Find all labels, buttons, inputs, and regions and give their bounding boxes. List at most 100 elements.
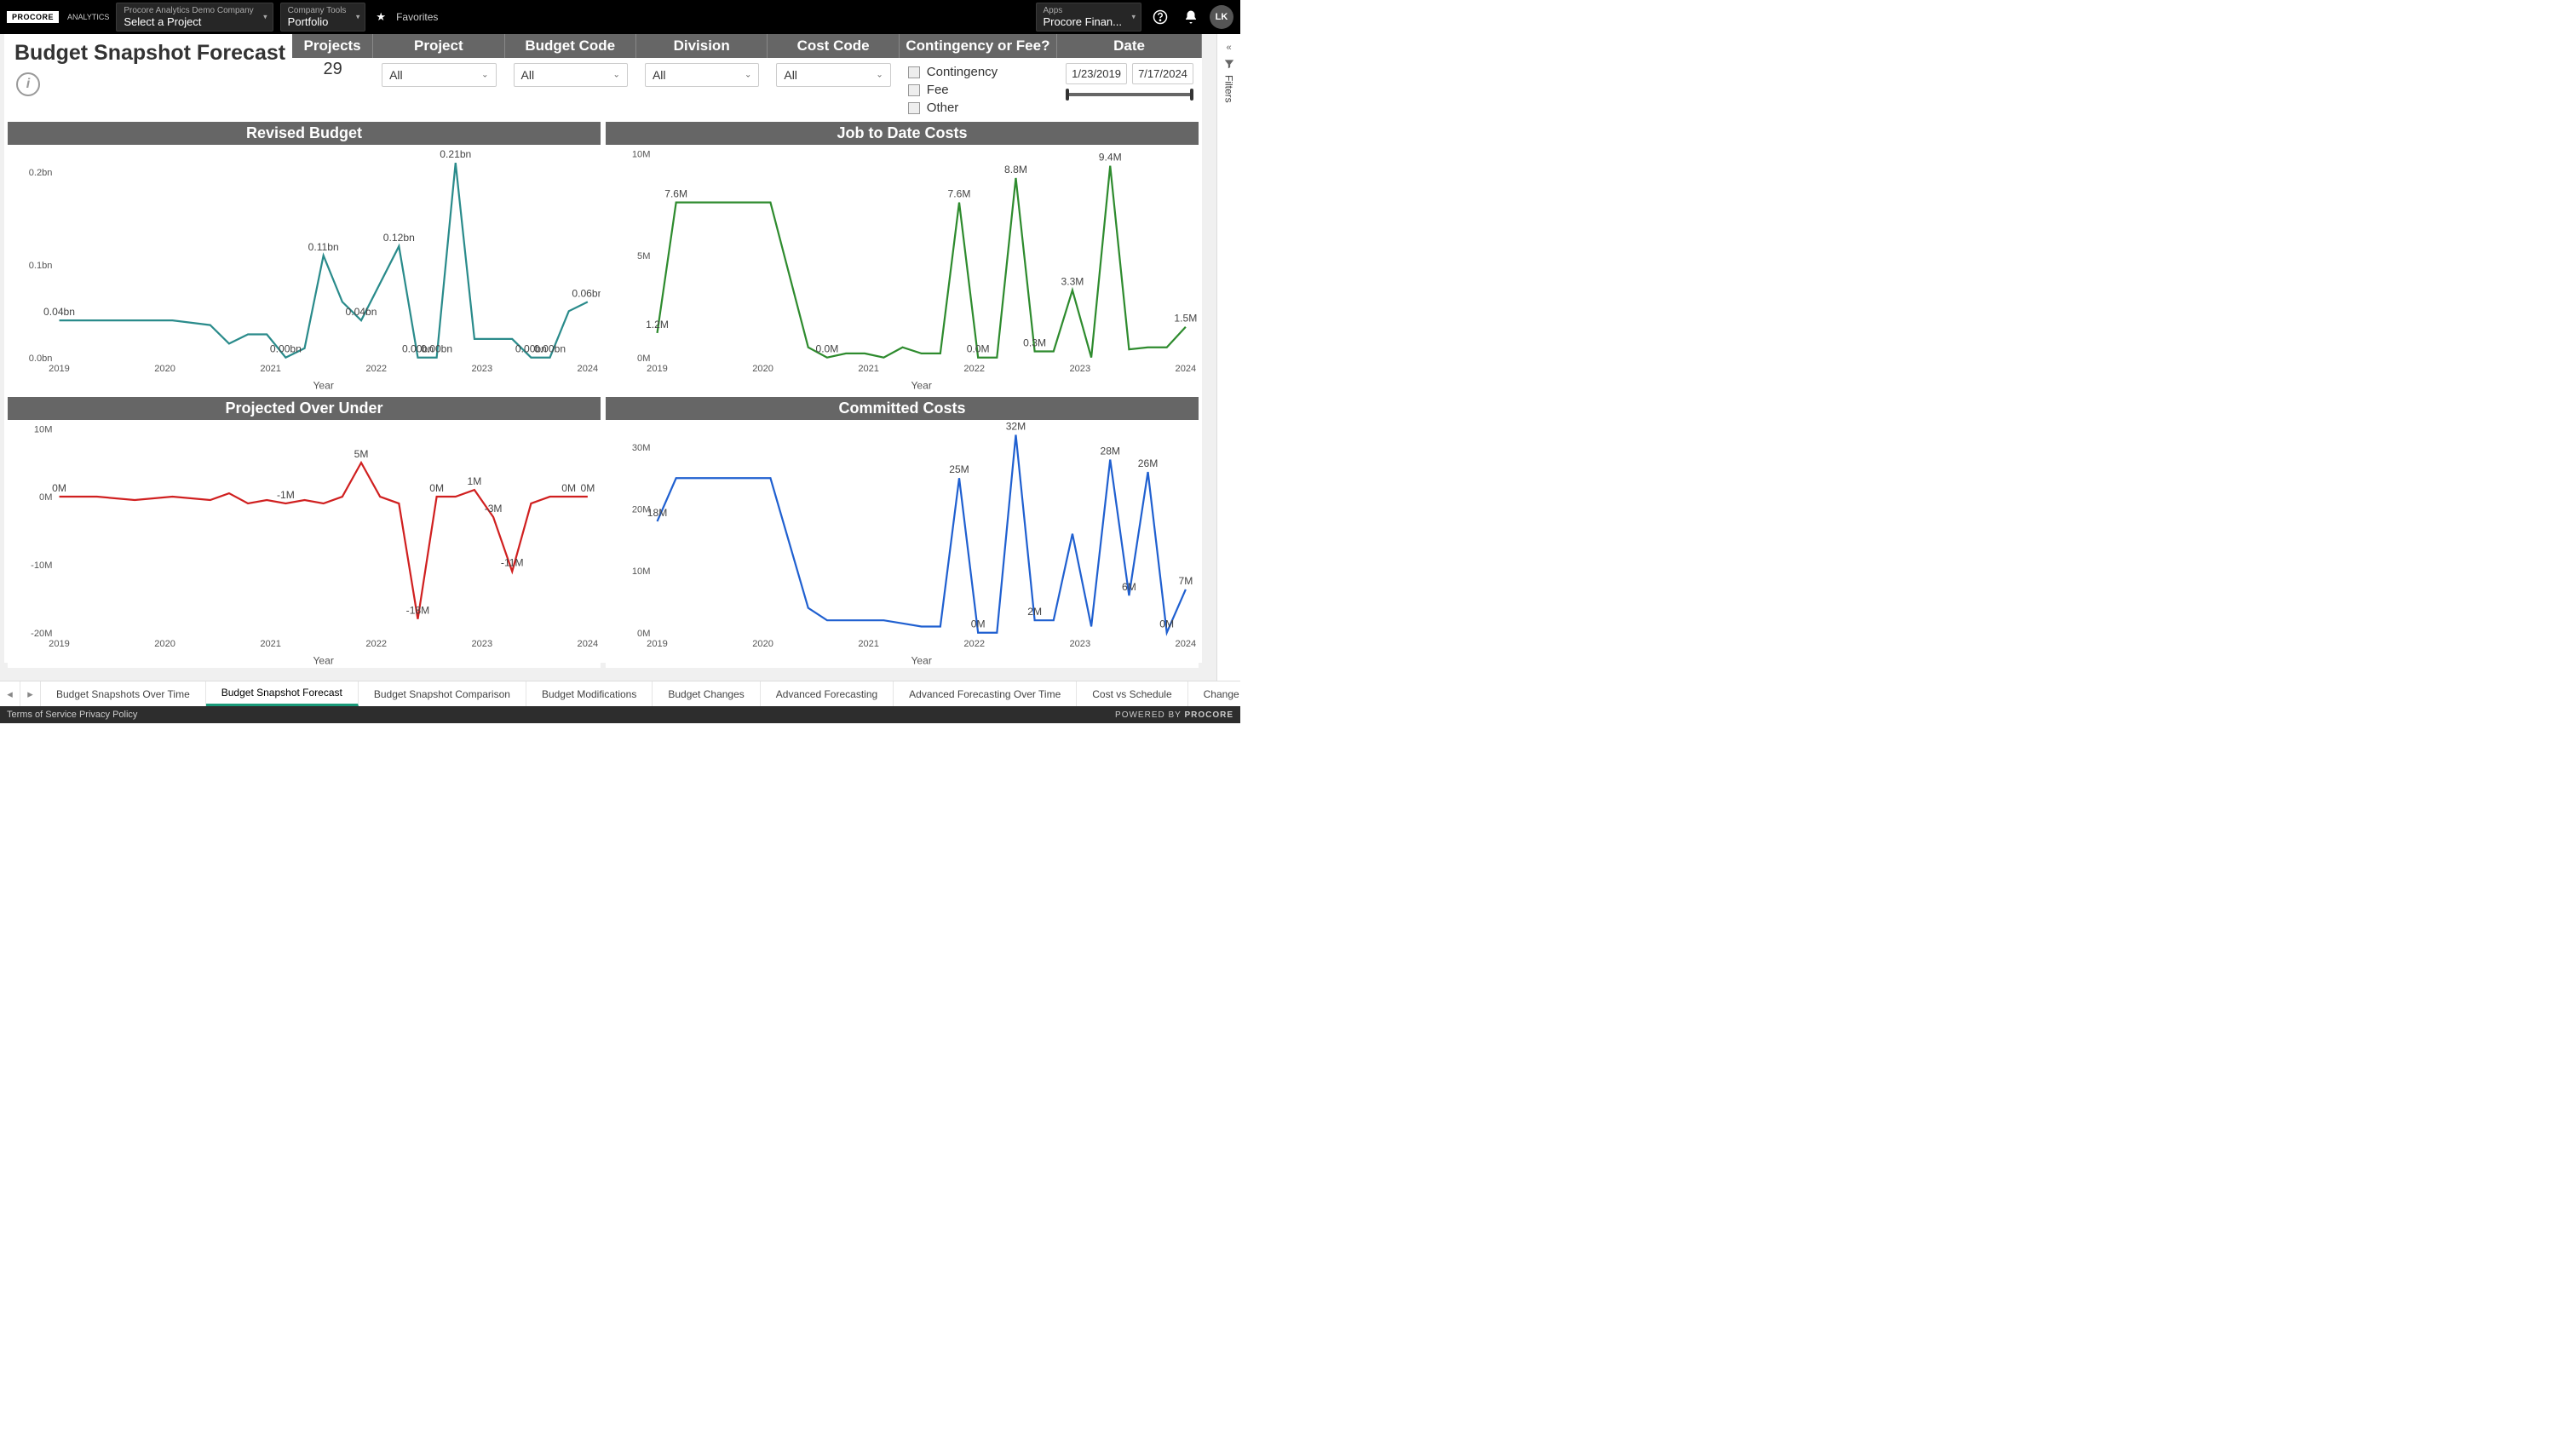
budget-code-filter-header: Budget Code — [505, 34, 636, 58]
svg-text:0.0M: 0.0M — [815, 343, 838, 355]
tab-advanced-forecasting-over-time[interactable]: Advanced Forecasting Over Time — [894, 681, 1077, 706]
date-from-input[interactable]: 1/23/2019 — [1066, 63, 1127, 84]
other-checkbox[interactable]: Other — [908, 99, 1049, 117]
help-icon[interactable] — [1148, 5, 1172, 29]
cost-code-filter-header: Cost Code — [768, 34, 899, 58]
tab-budget-snapshot-comparison[interactable]: Budget Snapshot Comparison — [359, 681, 526, 706]
svg-text:0.2bn: 0.2bn — [29, 168, 53, 178]
svg-text:2020: 2020 — [752, 364, 773, 374]
svg-text:0.00bn: 0.00bn — [270, 343, 302, 355]
svg-text:0.04bn: 0.04bn — [43, 306, 75, 318]
budget-code-select[interactable]: All⌄ — [514, 63, 628, 87]
svg-text:2019: 2019 — [49, 364, 70, 374]
fee-checkbox[interactable]: Fee — [908, 81, 1049, 99]
tabs-prev-button[interactable]: ◂ — [0, 681, 20, 706]
date-to-input[interactable]: 7/17/2024 — [1132, 63, 1193, 84]
apps-dropdown[interactable]: Apps Procore Finan... ▾ — [1036, 3, 1142, 32]
svg-text:1M: 1M — [468, 475, 482, 487]
tab-cost-vs-schedule[interactable]: Cost vs Schedule — [1077, 681, 1187, 706]
filters-pane-toggle[interactable]: « Filters — [1216, 34, 1240, 681]
svg-text:0M: 0M — [580, 482, 595, 494]
date-filter-header: Date — [1057, 34, 1202, 58]
svg-text:1.2M: 1.2M — [646, 319, 669, 331]
svg-text:2M: 2M — [1027, 606, 1042, 618]
caret-down-icon: ▾ — [263, 13, 267, 22]
tab-budget-modifications[interactable]: Budget Modifications — [526, 681, 653, 706]
caret-down-icon: ▾ — [1131, 13, 1136, 22]
footer: Terms of Service Privacy Policy POWERED … — [0, 706, 1240, 723]
svg-text:30M: 30M — [632, 443, 651, 453]
projects-header: Projects — [292, 34, 373, 58]
star-icon[interactable]: ★ — [376, 10, 386, 24]
tab-budget-changes[interactable]: Budget Changes — [653, 681, 760, 706]
powered-by: POWERED BY PROCORE — [1115, 710, 1233, 720]
company-project-dropdown[interactable]: Procore Analytics Demo Company Select a … — [116, 3, 273, 32]
tab-budget-snapshot-forecast[interactable]: Budget Snapshot Forecast — [206, 681, 359, 706]
info-icon[interactable]: i — [16, 72, 40, 96]
favorites-link[interactable]: Favorites — [396, 11, 438, 23]
svg-text:2024: 2024 — [578, 364, 599, 374]
svg-text:0M: 0M — [637, 354, 650, 364]
jtd_costs-title: Job to Date Costs — [606, 122, 1199, 145]
svg-text:2019: 2019 — [647, 639, 668, 649]
svg-text:10M: 10M — [34, 425, 53, 435]
svg-text:2023: 2023 — [471, 364, 492, 374]
jtd_costs-chart[interactable]: Job to Date Costs0M5M10M2019202020212022… — [606, 122, 1199, 392]
report-canvas: Budget Snapshot Forecast i Projects 29 P… — [4, 34, 1202, 663]
contingency-checkbox[interactable]: Contingency — [908, 63, 1049, 81]
svg-text:-10M: -10M — [31, 561, 52, 571]
svg-text:2022: 2022 — [365, 639, 387, 649]
cost-code-select[interactable]: All⌄ — [776, 63, 890, 87]
svg-text:2021: 2021 — [858, 639, 879, 649]
svg-text:3.3M: 3.3M — [1061, 275, 1084, 287]
svg-text:8.8M: 8.8M — [1004, 164, 1027, 175]
svg-text:0.0M: 0.0M — [967, 343, 990, 355]
filters-pane-label: Filters — [1223, 75, 1235, 103]
caret-down-icon: ▾ — [356, 13, 360, 22]
svg-text:0.11bn: 0.11bn — [308, 241, 339, 253]
svg-text:0.00bn: 0.00bn — [534, 343, 566, 355]
svg-text:0.06bn: 0.06bn — [572, 287, 601, 299]
svg-text:2022: 2022 — [365, 364, 387, 374]
filter-icon — [1223, 58, 1235, 70]
svg-text:Year: Year — [313, 379, 333, 391]
main-content: Budget Snapshot Forecast i Projects 29 P… — [0, 34, 1240, 681]
svg-text:0M: 0M — [971, 618, 986, 630]
svg-text:2021: 2021 — [858, 364, 879, 374]
project-select[interactable]: All⌄ — [382, 63, 496, 87]
svg-text:-18M: -18M — [406, 605, 430, 617]
svg-text:2020: 2020 — [752, 639, 773, 649]
svg-text:7.6M: 7.6M — [948, 188, 971, 200]
svg-text:0M: 0M — [52, 482, 66, 494]
date-range-slider[interactable] — [1066, 93, 1193, 96]
report-tabs: ◂ ▸ Budget Snapshots Over TimeBudget Sna… — [0, 681, 1240, 706]
proj_over_under-chart[interactable]: Projected Over Under-20M-10M0M10M2019202… — [8, 397, 601, 667]
tab-budget-snapshots-over-time[interactable]: Budget Snapshots Over Time — [41, 681, 206, 706]
svg-text:18M: 18M — [647, 507, 668, 519]
revised_budget-chart[interactable]: Revised Budget0.0bn0.1bn0.2bn20192020202… — [8, 122, 601, 392]
svg-text:0M: 0M — [637, 629, 650, 639]
svg-text:2022: 2022 — [963, 364, 985, 374]
company-tools-dropdown[interactable]: Company Tools Portfolio ▾ — [280, 3, 366, 32]
division-select[interactable]: All⌄ — [645, 63, 759, 87]
division-filter-header: Division — [636, 34, 768, 58]
svg-text:Year: Year — [313, 655, 333, 667]
svg-text:2022: 2022 — [963, 639, 985, 649]
footer-links[interactable]: Terms of Service Privacy Policy — [7, 710, 137, 720]
tab-change-events[interactable]: Change Events — [1188, 681, 1240, 706]
svg-text:0M: 0M — [39, 493, 52, 503]
bell-icon[interactable] — [1179, 5, 1203, 29]
tab-advanced-forecasting[interactable]: Advanced Forecasting — [761, 681, 894, 706]
logo: PROCORE — [7, 11, 59, 23]
chevron-left-icon: « — [1226, 43, 1231, 53]
tabs-next-button[interactable]: ▸ — [20, 681, 41, 706]
project-filter-header: Project — [373, 34, 504, 58]
svg-text:2023: 2023 — [1069, 639, 1090, 649]
svg-text:0.3M: 0.3M — [1023, 336, 1046, 348]
svg-text:2020: 2020 — [154, 639, 175, 649]
contingency-options: Contingency Fee Other — [900, 58, 1057, 122]
svg-text:0.21bn: 0.21bn — [440, 148, 471, 160]
revised_budget-title: Revised Budget — [8, 122, 601, 145]
user-avatar[interactable]: LK — [1210, 5, 1233, 29]
committed_costs-chart[interactable]: Committed Costs0M10M20M30M20192020202120… — [606, 397, 1199, 667]
